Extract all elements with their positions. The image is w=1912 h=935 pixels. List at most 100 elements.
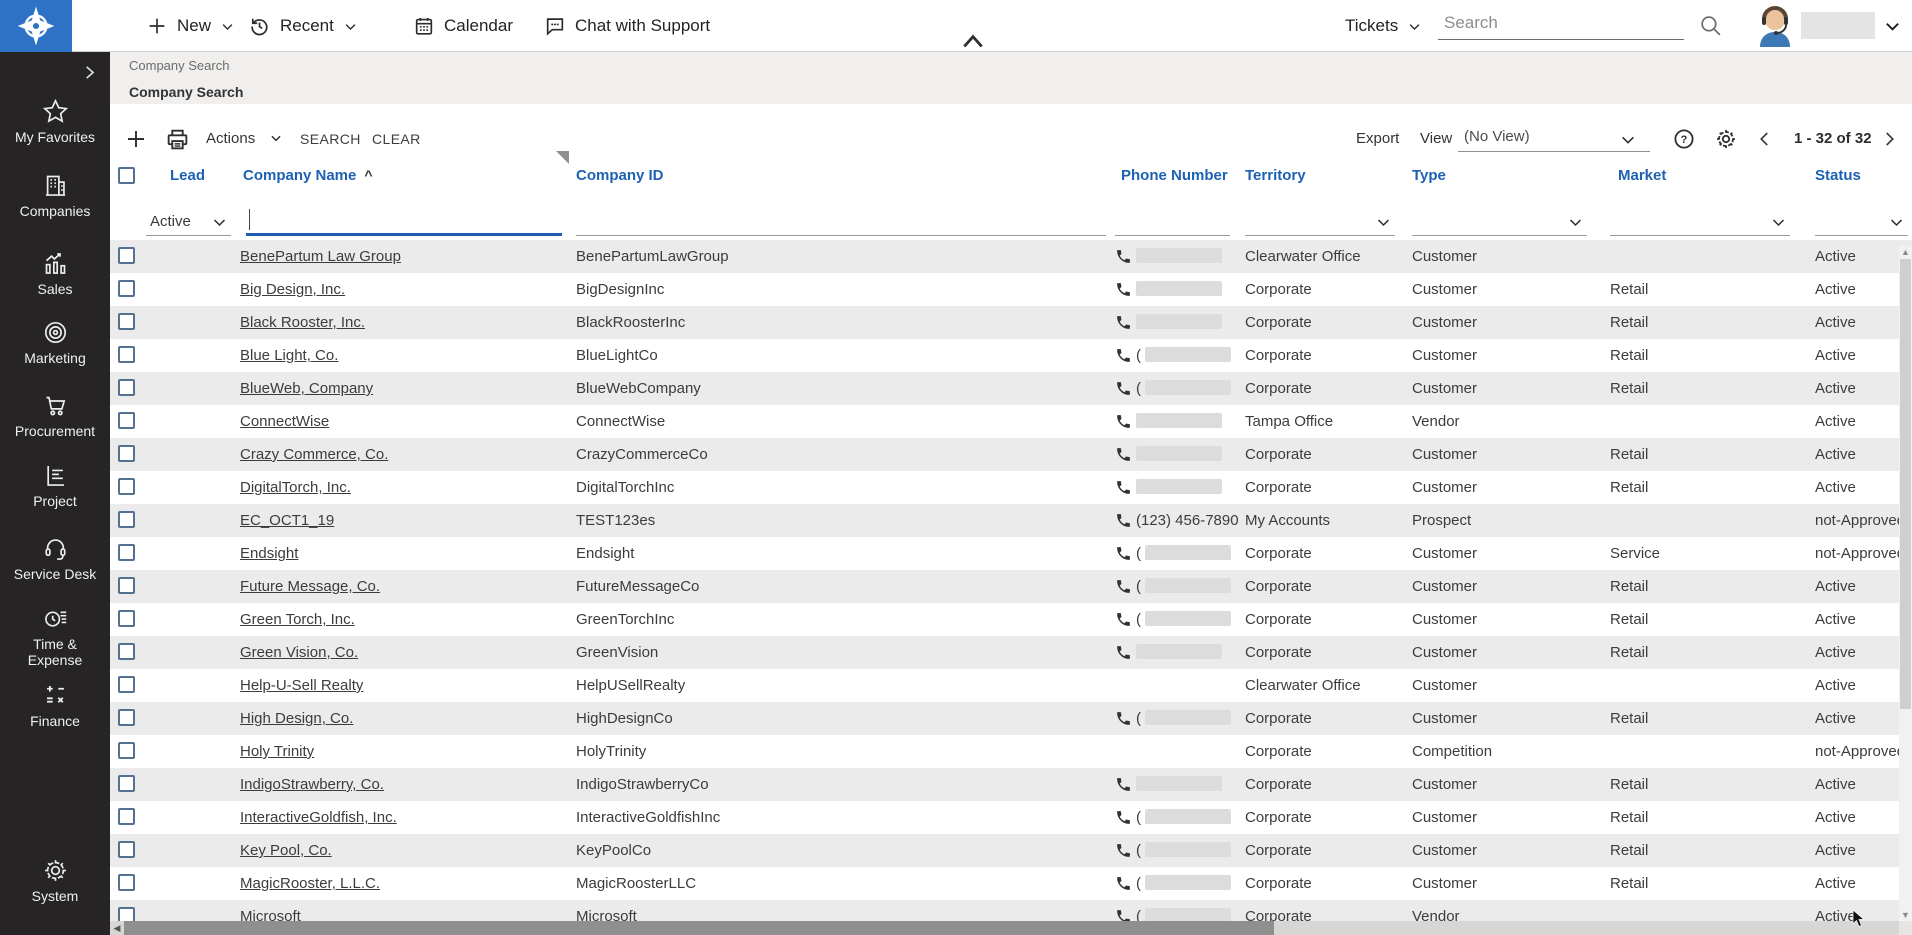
company-name-link[interactable]: Key Pool, Co.	[240, 842, 332, 859]
vertical-scroll-thumb[interactable]	[1900, 259, 1911, 709]
company-name-link[interactable]: Help-U-Sell Realty	[240, 677, 363, 694]
collapse-header-button[interactable]	[960, 33, 986, 54]
table-row[interactable]: EC_OCT1_19TEST123es(123) 456-7890My Acco…	[110, 504, 1912, 537]
connectwise-logo[interactable]	[0, 0, 72, 52]
horizontal-scroll-thumb[interactable]	[124, 921, 1274, 935]
table-row[interactable]: Crazy Commerce, Co.CrazyCommerceCoCorpor…	[110, 438, 1912, 471]
company-name-link[interactable]: Holy Trinity	[240, 743, 314, 760]
status-filter-select[interactable]	[1815, 206, 1908, 236]
company-name-link[interactable]: High Design, Co.	[240, 710, 353, 727]
company-name-link[interactable]: InteractiveGoldfish, Inc.	[240, 809, 397, 826]
export-button[interactable]: Export	[1356, 130, 1399, 147]
row-checkbox[interactable]	[118, 610, 135, 627]
column-resize-marker[interactable]	[556, 151, 569, 169]
table-row[interactable]: BenePartum Law GroupBenePartumLawGroupCl…	[110, 240, 1912, 273]
column-header-type[interactable]: Type	[1412, 167, 1446, 184]
vertical-scrollbar[interactable]: ▲ ▼	[1899, 246, 1912, 921]
table-row[interactable]: High Design, Co.HighDesignCo( CorporateC…	[110, 702, 1912, 735]
row-checkbox[interactable]	[118, 478, 135, 495]
clear-button[interactable]: CLEAR	[372, 131, 421, 147]
row-checkbox[interactable]	[118, 907, 135, 921]
tickets-dropdown[interactable]: Tickets	[1345, 0, 1422, 52]
row-checkbox[interactable]	[118, 709, 135, 726]
table-row[interactable]: MicrosoftMicrosoft( CorporateVendorActiv…	[110, 900, 1912, 921]
company-name-link[interactable]: Green Torch, Inc.	[240, 611, 355, 628]
sidebar-item-service-desk[interactable]: Service Desk	[0, 535, 110, 582]
row-checkbox[interactable]	[118, 775, 135, 792]
row-checkbox[interactable]	[118, 742, 135, 759]
company-name-link[interactable]: Future Message, Co.	[240, 578, 380, 595]
new-button[interactable]: New	[146, 0, 235, 52]
table-row[interactable]: Green Torch, Inc.GreenTorchInc( Corporat…	[110, 603, 1912, 636]
table-row[interactable]: ConnectWiseConnectWiseTampa OfficeVendor…	[110, 405, 1912, 438]
column-header-territory[interactable]: Territory	[1245, 167, 1306, 184]
table-row[interactable]: InteractiveGoldfish, Inc.InteractiveGold…	[110, 801, 1912, 834]
table-row[interactable]: Big Design, Inc.BigDesignIncCorporateCus…	[110, 273, 1912, 306]
company-name-filter-input[interactable]	[246, 206, 562, 236]
company-name-link[interactable]: DigitalTorch, Inc.	[240, 479, 351, 496]
row-checkbox[interactable]	[118, 676, 135, 693]
add-company-button[interactable]	[124, 127, 148, 156]
table-row[interactable]: Green Vision, Co.GreenVisionCorporateCus…	[110, 636, 1912, 669]
table-row[interactable]: DigitalTorch, Inc.DigitalTorchIncCorpora…	[110, 471, 1912, 504]
row-checkbox[interactable]	[118, 247, 135, 264]
row-checkbox[interactable]	[118, 874, 135, 891]
scroll-down-button[interactable]: ▼	[1899, 909, 1912, 921]
table-row[interactable]: Key Pool, Co.KeyPoolCo( CorporateCustome…	[110, 834, 1912, 867]
row-checkbox[interactable]	[118, 577, 135, 594]
column-header-lead[interactable]: Lead	[170, 167, 205, 184]
search-button[interactable]: SEARCH	[300, 131, 361, 147]
scroll-left-button[interactable]: ◀	[110, 921, 124, 935]
company-name-link[interactable]: IndigoStrawberry, Co.	[240, 776, 384, 793]
company-name-link[interactable]: ConnectWise	[240, 413, 329, 430]
sidebar-item-project[interactable]: Project	[0, 462, 110, 509]
sidebar-item-procurement[interactable]: Procurement	[0, 392, 110, 439]
company-name-link[interactable]: Big Design, Inc.	[240, 281, 345, 298]
recent-button[interactable]: Recent	[248, 0, 358, 52]
company-name-link[interactable]: EC_OCT1_19	[240, 512, 334, 529]
company-id-filter-input[interactable]	[576, 206, 1106, 236]
territory-filter-select[interactable]	[1245, 206, 1395, 236]
row-checkbox[interactable]	[118, 445, 135, 462]
next-page-button[interactable]	[1880, 130, 1898, 153]
table-row[interactable]: IndigoStrawberry, Co.IndigoStrawberryCoC…	[110, 768, 1912, 801]
calendar-button[interactable]: Calendar	[413, 0, 513, 52]
company-name-link[interactable]: BlueWeb, Company	[240, 380, 373, 397]
column-header-id[interactable]: Company ID	[576, 167, 664, 184]
user-menu-chevron[interactable]	[1884, 18, 1901, 40]
view-select[interactable]: (No View)	[1458, 124, 1650, 152]
table-row[interactable]: Help-U-Sell RealtyHelpUSellRealtyClearwa…	[110, 669, 1912, 702]
table-row[interactable]: Holy TrinityHolyTrinityCorporateCompetit…	[110, 735, 1912, 768]
print-button[interactable]	[165, 127, 190, 157]
company-name-link[interactable]: MagicRooster, L.L.C.	[240, 875, 380, 892]
company-name-link[interactable]: Microsoft	[240, 908, 301, 921]
select-all-checkbox[interactable]	[118, 167, 135, 184]
column-header-phone[interactable]: Phone Number	[1121, 167, 1228, 184]
row-checkbox[interactable]	[118, 313, 135, 330]
column-header-market[interactable]: Market	[1618, 167, 1666, 184]
row-checkbox[interactable]	[118, 841, 135, 858]
company-name-link[interactable]: Crazy Commerce, Co.	[240, 446, 388, 463]
global-search-input[interactable]: Search	[1444, 13, 1498, 33]
sidebar-item-my-favorites[interactable]: My Favorites	[0, 98, 110, 145]
sidebar-item-companies[interactable]: Companies	[0, 172, 110, 219]
table-row[interactable]: EndsightEndsight( CorporateCustomerServi…	[110, 537, 1912, 570]
row-checkbox[interactable]	[118, 379, 135, 396]
column-header-status[interactable]: Status	[1815, 167, 1861, 184]
sidebar-item-system[interactable]: System	[0, 857, 110, 904]
sidebar-item-time-expense[interactable]: Time & Expense	[0, 605, 110, 668]
row-checkbox[interactable]	[118, 280, 135, 297]
column-header-name[interactable]: Company Name^	[243, 167, 373, 184]
previous-page-button[interactable]	[1756, 130, 1774, 153]
horizontal-scrollbar[interactable]: ◀	[110, 921, 1899, 935]
actions-dropdown[interactable]: Actions	[206, 130, 283, 147]
settings-button[interactable]	[1714, 127, 1738, 156]
help-button[interactable]: ?	[1672, 127, 1696, 156]
company-name-link[interactable]: Endsight	[240, 545, 298, 562]
table-row[interactable]: Black Rooster, Inc.BlackRoosterIncCorpor…	[110, 306, 1912, 339]
company-name-link[interactable]: Green Vision, Co.	[240, 644, 358, 661]
table-row[interactable]: MagicRooster, L.L.C.MagicRoosterLLC( Cor…	[110, 867, 1912, 900]
sidebar-item-finance[interactable]: Finance	[0, 682, 110, 729]
row-checkbox[interactable]	[118, 643, 135, 660]
phone-filter-input[interactable]	[1115, 206, 1230, 236]
